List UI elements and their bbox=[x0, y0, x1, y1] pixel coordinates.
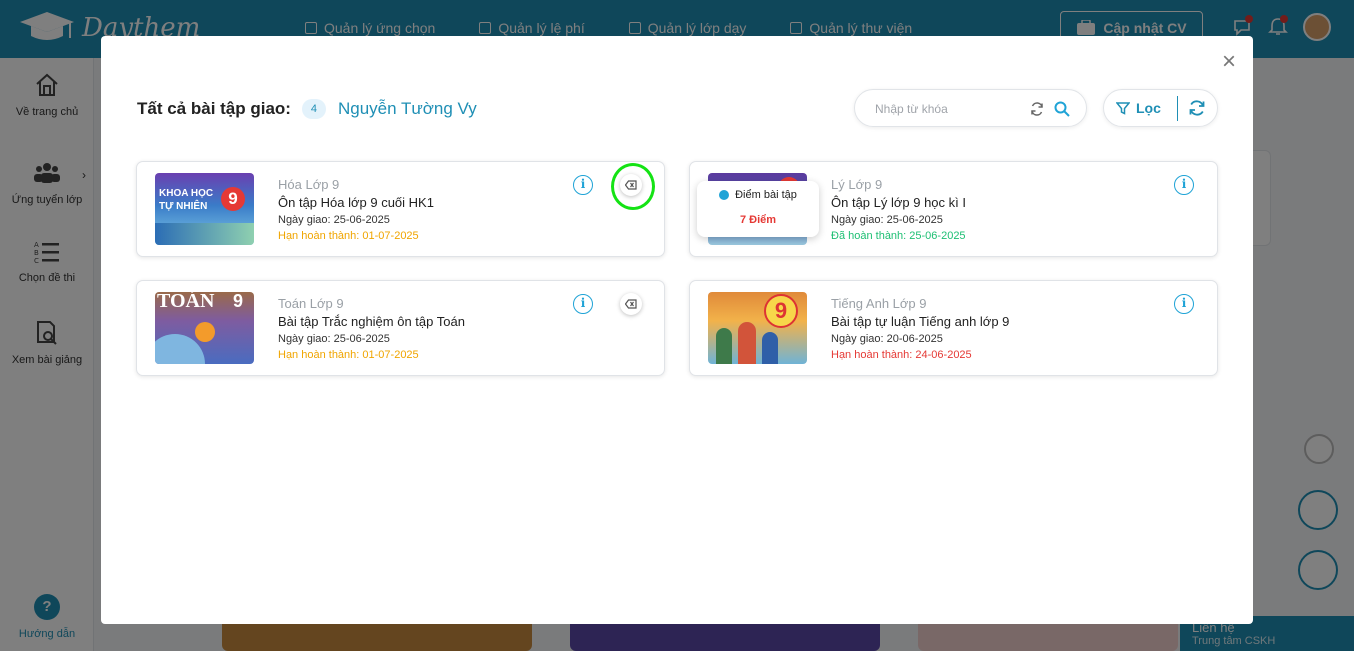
card-assigned-date: Ngày giao: 20-06-2025 bbox=[831, 333, 943, 345]
card-subject: Hóa Lớp 9 bbox=[278, 177, 340, 192]
delete-button[interactable] bbox=[620, 293, 642, 315]
cover-grade: 9 bbox=[221, 187, 245, 211]
cover-art bbox=[762, 332, 778, 364]
filter-icon bbox=[1116, 102, 1130, 115]
book-cover-thumbnail: TOÁN 9 bbox=[155, 292, 254, 364]
backspace-icon bbox=[625, 299, 637, 309]
cover-title: KHOA HỌC TỰ NHIÊN bbox=[159, 188, 214, 212]
card-deadline: Đã hoàn thành: 25-06-2025 bbox=[831, 230, 966, 242]
assignment-card[interactable]: TOÁN 9 Toán Lớp 9 Bài tập Trắc nghiệm ôn… bbox=[136, 280, 665, 376]
modal-title: Tất cả bài tập giao: bbox=[137, 99, 291, 118]
card-subject: Lý Lớp 9 bbox=[831, 177, 883, 192]
assignment-card[interactable]: 9 Tiếng Anh Lớp 9 Bài tập tự luận Tiếng … bbox=[689, 280, 1218, 376]
card-title: Ôn tập Lý lớp 9 học kì I bbox=[831, 195, 966, 210]
card-title: Bài tập tự luận Tiếng anh lớp 9 bbox=[831, 314, 1010, 329]
globe-icon bbox=[719, 190, 730, 200]
filter-label: Lọc bbox=[1136, 100, 1161, 116]
filter-button[interactable]: Lọc bbox=[1116, 90, 1161, 126]
highlight-ring bbox=[611, 163, 655, 210]
card-deadline: Hạn hoàn thành: 24-06-2025 bbox=[831, 349, 972, 361]
card-subject: Tiếng Anh Lớp 9 bbox=[831, 296, 927, 311]
cover-grade: 9 bbox=[764, 294, 798, 328]
assignment-card[interactable]: KHOA HỌC TỰ NHIÊN 9 Hóa Lớp 9 Ôn tập Hóa… bbox=[136, 161, 665, 257]
assignments-modal: × Tất cả bài tập giao: 4 Nguyễn Tường Vy… bbox=[101, 36, 1253, 624]
count-badge: 4 bbox=[301, 99, 326, 119]
card-title: Bài tập Trắc nghiệm ôn tập Toán bbox=[278, 314, 465, 329]
app-root: Daythem Quản lý ứng chọn Quản lý lệ phí … bbox=[0, 0, 1354, 651]
info-icon[interactable]: i bbox=[573, 294, 593, 314]
search-input[interactable] bbox=[875, 100, 1025, 118]
cover-art bbox=[738, 322, 756, 364]
score-popup: Điểm bài tập 7 Điểm bbox=[697, 181, 819, 237]
book-cover-thumbnail: KHOA HỌC TỰ NHIÊN 9 bbox=[155, 173, 254, 245]
reset-filter-icon[interactable] bbox=[1188, 99, 1206, 117]
card-assigned-date: Ngày giao: 25-06-2025 bbox=[278, 214, 390, 226]
modal-header: Tất cả bài tập giao: 4 Nguyễn Tường Vy bbox=[137, 99, 477, 119]
card-subject: Toán Lớp 9 bbox=[278, 296, 344, 311]
info-icon[interactable]: i bbox=[1174, 175, 1194, 195]
cover-grade: 9 bbox=[233, 292, 244, 311]
filter-divider bbox=[1177, 96, 1178, 121]
student-name[interactable]: Nguyễn Tường Vy bbox=[338, 99, 477, 119]
score-label: Điểm bài tập bbox=[735, 189, 797, 201]
score-label-row: Điểm bài tập bbox=[697, 189, 819, 201]
search-box bbox=[854, 89, 1087, 127]
info-icon[interactable]: i bbox=[1174, 294, 1194, 314]
search-icon[interactable] bbox=[1054, 101, 1070, 117]
filter-group: Lọc bbox=[1103, 89, 1218, 127]
card-assigned-date: Ngày giao: 25-06-2025 bbox=[831, 214, 943, 226]
score-value: 7 Điểm bbox=[739, 214, 777, 226]
cover-art bbox=[155, 223, 254, 245]
refresh-icon[interactable] bbox=[1030, 102, 1044, 116]
close-button[interactable]: × bbox=[1219, 50, 1239, 74]
card-deadline: Hạn hoàn thành: 01-07-2025 bbox=[278, 349, 419, 361]
card-assigned-date: Ngày giao: 25-06-2025 bbox=[278, 333, 390, 345]
card-title: Ôn tập Hóa lớp 9 cuối HK1 bbox=[278, 195, 434, 210]
book-cover-thumbnail: 9 bbox=[708, 292, 807, 364]
cover-art bbox=[195, 322, 215, 342]
card-deadline: Hạn hoàn thành: 01-07-2025 bbox=[278, 230, 419, 242]
info-icon[interactable]: i bbox=[573, 175, 593, 195]
cover-art bbox=[716, 328, 732, 364]
cover-title: TOÁN bbox=[157, 292, 215, 312]
